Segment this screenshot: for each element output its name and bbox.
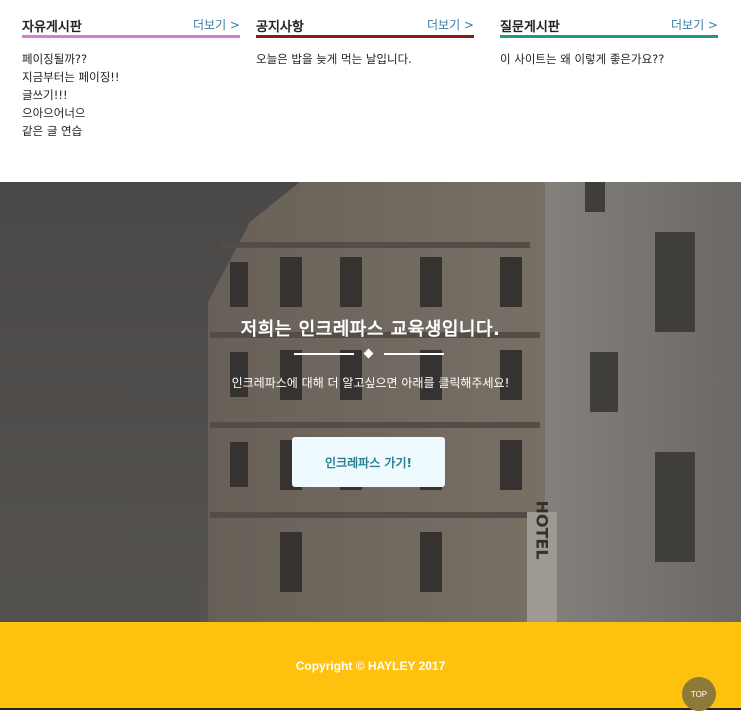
copyright-text: Copyright © HAYLEY 2017	[295, 659, 446, 673]
post-list: 오늘은 밥을 늦게 먹는 날입니다.	[256, 50, 474, 68]
post-item[interactable]: 페이징될까??	[22, 50, 240, 68]
scroll-top-button[interactable]: TOP	[682, 677, 716, 711]
post-item[interactable]: 오늘은 밥을 늦게 먹는 날입니다.	[256, 50, 474, 68]
board-question: 질문게시판 더보기 > 이 사이트는 왜 이렇게 좋은가요??	[500, 14, 718, 68]
more-link[interactable]: 더보기 >	[193, 16, 240, 33]
post-list: 이 사이트는 왜 이렇게 좋은가요??	[500, 50, 718, 68]
go-increpas-button[interactable]: 인크레파스 가기!	[292, 437, 445, 487]
board-title: 질문게시판	[500, 20, 560, 35]
board-free: 자유게시판 더보기 > 페이징될까?? 지금부터는 페이징!! 글쓰기!!! 으…	[22, 14, 240, 140]
board-header: 공지사항 더보기 >	[256, 14, 474, 38]
more-link[interactable]: 더보기 >	[427, 16, 474, 33]
boards-section: 자유게시판 더보기 > 페이징될까?? 지금부터는 페이징!! 글쓰기!!! 으…	[0, 0, 741, 182]
board-header: 질문게시판 더보기 >	[500, 14, 718, 38]
post-list: 페이징될까?? 지금부터는 페이징!! 글쓰기!!! 으아으어너으 같은 글 연…	[22, 50, 240, 140]
hero-title: 저희는 인크레파스 교육생입니다.	[240, 319, 501, 340]
hero-overlay	[0, 182, 741, 622]
post-item[interactable]: 이 사이트는 왜 이렇게 좋은가요??	[500, 50, 718, 68]
footer: Copyright © HAYLEY 2017	[0, 622, 741, 710]
post-item[interactable]: 같은 글 연습	[22, 122, 240, 140]
post-item[interactable]: 으아으어너으	[22, 104, 240, 122]
more-link[interactable]: 더보기 >	[671, 16, 718, 33]
board-header: 자유게시판 더보기 >	[22, 14, 240, 38]
board-title: 공지사항	[256, 20, 304, 35]
hero-subtitle: 인크레파스에 대해 더 알고싶으면 아래를 클릭해주세요!	[231, 376, 510, 390]
post-item[interactable]: 지금부터는 페이징!!	[22, 68, 240, 86]
hero-banner: HOTEL 저희는 인크레파스 교육생입니다. 인크레파스에 대해 더 알고싶으…	[0, 182, 741, 622]
post-item[interactable]: 글쓰기!!!	[22, 86, 240, 104]
board-notice: 공지사항 더보기 > 오늘은 밥을 늦게 먹는 날입니다.	[256, 14, 474, 68]
title-divider	[294, 348, 444, 359]
board-title: 자유게시판	[22, 20, 82, 35]
